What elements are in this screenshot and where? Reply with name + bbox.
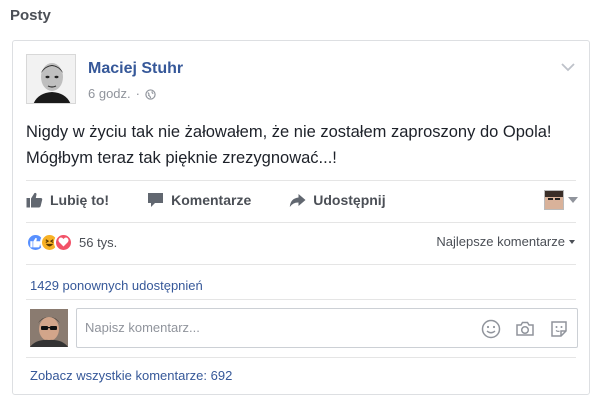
section-title: Posty — [10, 7, 51, 24]
post-time[interactable]: 6 godz. — [88, 86, 131, 101]
caret-down-icon — [569, 239, 575, 244]
like-button-label: Lubię to! — [50, 192, 110, 208]
comment-sort-dropdown[interactable]: Najlepsze komentarze — [436, 234, 575, 249]
divider — [26, 299, 576, 300]
divider — [26, 264, 576, 265]
meta-separator: · — [135, 86, 140, 101]
share-arrow-icon — [289, 193, 306, 208]
shares-link[interactable]: 1429 ponownych udostępnień — [30, 278, 203, 293]
author-avatar[interactable] — [26, 54, 76, 104]
comment-box-icons — [481, 319, 569, 339]
divider — [26, 180, 576, 181]
comment-box — [76, 308, 578, 348]
comment-input[interactable] — [85, 320, 465, 335]
share-button[interactable]: Udostępnij — [289, 192, 386, 208]
chevron-down-icon[interactable] — [561, 59, 575, 72]
share-button-label: Udostępnij — [313, 192, 386, 208]
reaction-count: 56 tys. — [79, 234, 118, 250]
post-text-line: Mógłbym teraz tak pięknie zrezygnować...… — [26, 149, 337, 167]
comment-button[interactable]: Komentarze — [147, 192, 251, 208]
divider — [26, 357, 576, 358]
post-text: Nigdy w życiu tak nie żałowałem, że nie … — [26, 119, 581, 171]
camera-icon[interactable] — [515, 319, 535, 339]
user-avatar-small — [544, 190, 564, 210]
emoji-icon[interactable] — [481, 319, 501, 339]
comment-sort-label: Najlepsze komentarze — [436, 234, 565, 249]
action-bar: Lubię to! Komentarze Udostępnij — [26, 186, 578, 214]
sticker-icon[interactable] — [549, 319, 569, 339]
caret-down-icon — [568, 197, 578, 203]
divider — [26, 222, 576, 223]
comment-button-label: Komentarze — [171, 192, 252, 208]
love-reaction-icon — [54, 232, 73, 252]
post-meta: 6 godz. · — [88, 86, 156, 101]
globe-icon — [145, 88, 156, 100]
speech-bubble-icon — [147, 192, 164, 208]
current-user-avatar[interactable] — [30, 309, 68, 347]
thumbs-up-icon — [26, 192, 43, 208]
post-text-line: Nigdy w życiu tak nie żałowałem, że nie … — [26, 123, 552, 141]
post-card: Maciej Stuhr 6 godz. · Nigdy w życiu tak… — [12, 40, 590, 395]
reaction-summary[interactable]: 56 tys. — [26, 231, 117, 253]
like-button[interactable]: Lubię to! — [26, 192, 109, 208]
see-all-comments-link[interactable]: Zobacz wszystkie komentarze: 692 — [30, 368, 232, 383]
page-identity-selector[interactable] — [544, 190, 578, 210]
author-name[interactable]: Maciej Stuhr — [88, 60, 183, 78]
